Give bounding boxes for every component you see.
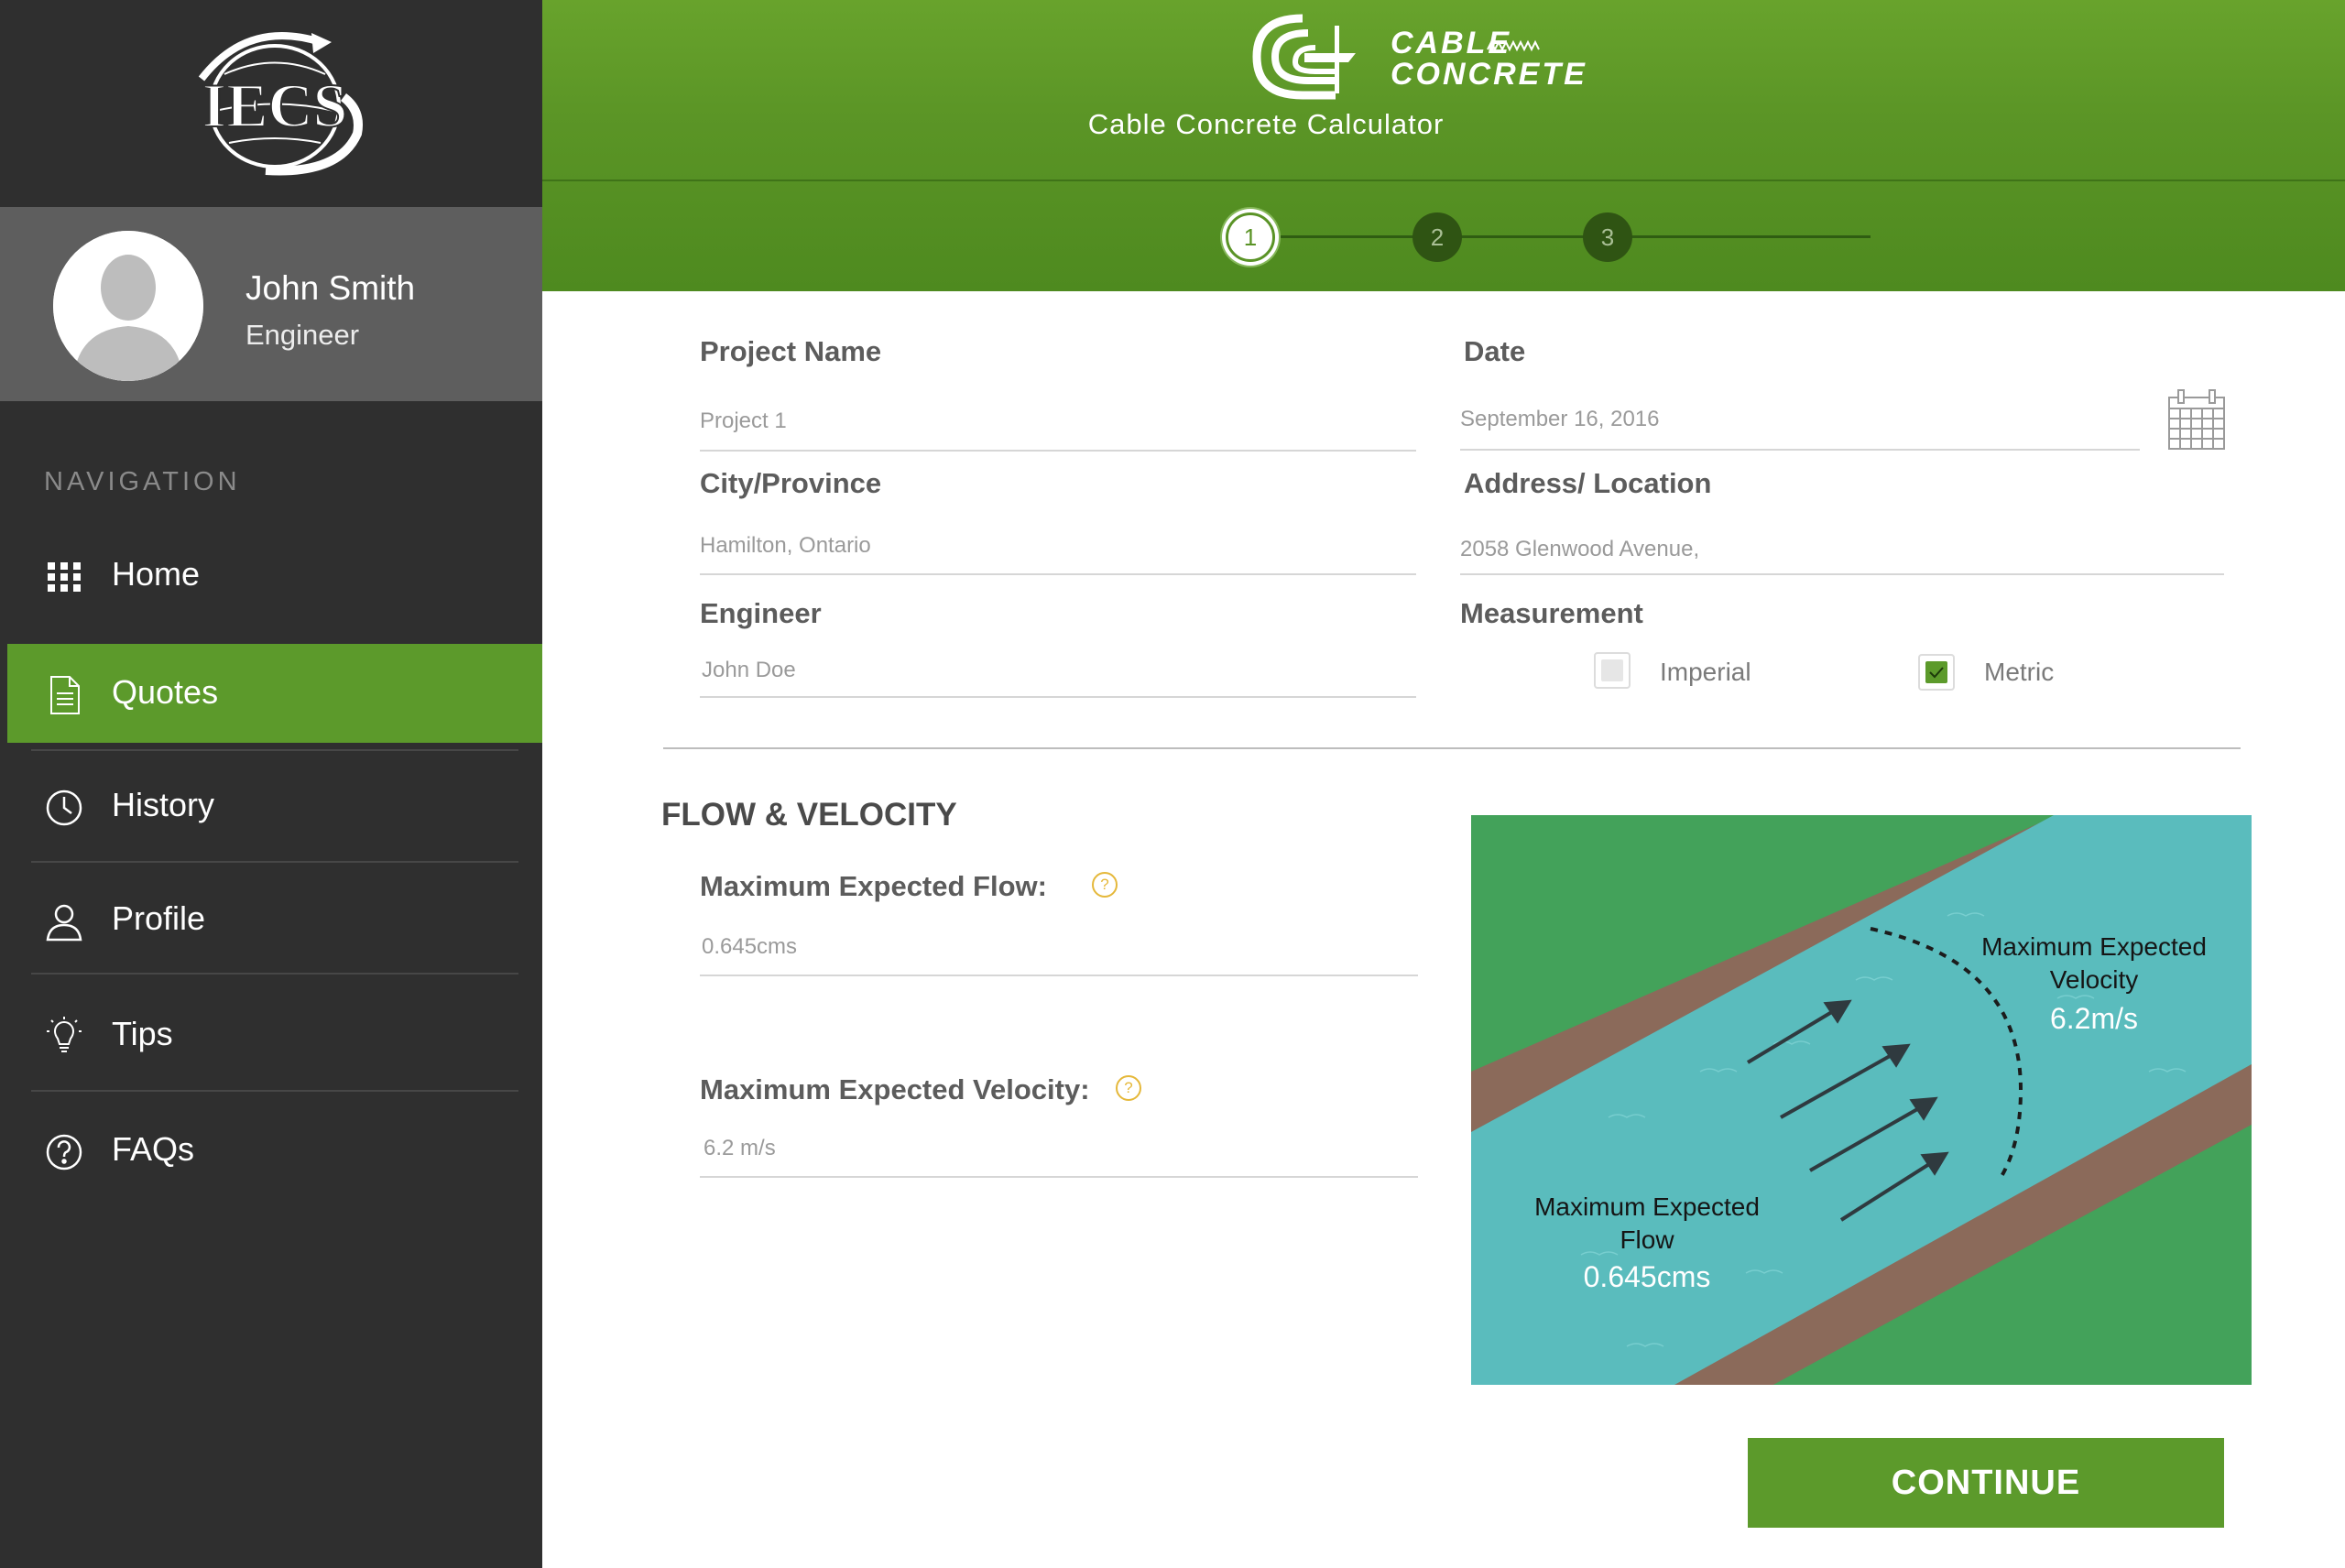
- sidebar-item-label: Home: [112, 555, 201, 593]
- flow-caption-line2: Flow: [1620, 1225, 1674, 1254]
- nav-divider: [31, 1090, 518, 1092]
- nav-divider: [31, 861, 518, 863]
- document-icon: [44, 675, 84, 715]
- measurement-label: Measurement: [1460, 597, 1643, 629]
- max-flow-field[interactable]: 0.645cms: [702, 934, 797, 960]
- help-icon[interactable]: ?: [1092, 872, 1118, 898]
- grid-icon: [44, 557, 84, 597]
- velocity-caption-line1: Maximum Expected: [1981, 932, 2207, 961]
- flow-caption: Maximum Expected Flow: [1510, 1191, 1784, 1257]
- date-field[interactable]: September 16, 2016: [1460, 407, 1660, 432]
- svg-text:CABLE: CABLE: [1391, 26, 1511, 60]
- sidebar-item-history[interactable]: History: [0, 757, 542, 855]
- user-icon: [44, 901, 84, 942]
- date-underline: [1460, 449, 2140, 451]
- engineer-underline: [700, 696, 1416, 698]
- step-3[interactable]: 3: [1583, 212, 1632, 262]
- nav-divider: [31, 749, 518, 751]
- sidebar-item-label: FAQs: [112, 1130, 195, 1168]
- app-header: CABLE CONCRETE Cable Concrete Calculator…: [542, 0, 2345, 291]
- max-velocity-label: Maximum Expected Velocity:: [700, 1073, 1090, 1105]
- date-label: Date: [1464, 335, 1526, 367]
- flow-velocity-diagram: Maximum Expected Velocity 6.2m/s Maximum…: [1471, 815, 2252, 1385]
- imperial-label[interactable]: Imperial: [1660, 658, 1751, 687]
- metric-label[interactable]: Metric: [1984, 658, 2054, 687]
- svg-text:CONCRETE: CONCRETE: [1391, 57, 1587, 92]
- cable-concrete-logo: CABLE CONCRETE: [1248, 11, 1651, 114]
- sidebar-item-faqs[interactable]: FAQs: [0, 1101, 542, 1200]
- step-2[interactable]: 2: [1412, 212, 1462, 262]
- checkbox-fill: [1601, 659, 1623, 681]
- address-field[interactable]: 2058 Glenwood Avenue,: [1460, 537, 1699, 562]
- metric-checkbox[interactable]: [1918, 654, 1955, 691]
- sidebar-item-home[interactable]: Home: [0, 526, 542, 625]
- user-name: John Smith: [245, 269, 416, 307]
- step-1[interactable]: 1: [1226, 212, 1275, 262]
- flow-velocity-title: FLOW & VELOCITY: [661, 797, 957, 833]
- checkbox-fill: [1925, 661, 1947, 683]
- continue-button[interactable]: CONTINUE: [1748, 1438, 2224, 1528]
- city-field[interactable]: Hamilton, Ontario: [700, 533, 871, 559]
- velocity-value: 6.2m/s: [2049, 1002, 2139, 1035]
- user-role: Engineer: [245, 319, 360, 351]
- city-underline: [700, 573, 1416, 575]
- engineer-label: Engineer: [700, 597, 822, 629]
- max-velocity-field[interactable]: 6.2 m/s: [704, 1136, 776, 1161]
- max-flow-underline: [700, 975, 1418, 976]
- app-title: Cable Concrete Calculator: [1087, 108, 1445, 140]
- user-profile-card[interactable]: John Smith Engineer: [0, 207, 542, 401]
- sidebar-item-profile[interactable]: Profile: [0, 870, 542, 969]
- svg-text:IECS: IECS: [202, 71, 348, 140]
- help-icon[interactable]: ?: [1116, 1075, 1141, 1101]
- calendar-icon[interactable]: [2167, 388, 2226, 451]
- sidebar-item-label: Profile: [112, 899, 206, 937]
- velocity-caption-line2: Velocity: [2049, 965, 2139, 994]
- sidebar-item-label: Tips: [112, 1015, 173, 1052]
- clock-icon: [44, 788, 84, 828]
- sidebar-item-quotes[interactable]: Quotes: [7, 644, 542, 743]
- address-underline: [1460, 573, 2224, 575]
- checkmark-icon: [1929, 667, 1944, 679]
- sidebar-item-tips[interactable]: Tips: [0, 985, 542, 1084]
- nav-heading: NAVIGATION: [44, 467, 241, 496]
- flow-value: 0.645cms: [1583, 1260, 1711, 1293]
- project-name-field[interactable]: Project 1: [700, 408, 787, 434]
- sidebar-item-label: Quotes: [112, 673, 219, 711]
- address-label: Address/ Location: [1464, 467, 1712, 499]
- project-name-label: Project Name: [700, 335, 882, 367]
- project-name-underline: [700, 450, 1416, 452]
- nav-divider: [31, 973, 518, 975]
- avatar: [53, 231, 203, 381]
- city-label: City/Province: [700, 467, 882, 499]
- max-flow-label: Maximum Expected Flow:: [700, 870, 1047, 902]
- max-velocity-underline: [700, 1176, 1418, 1178]
- question-icon: [44, 1132, 84, 1172]
- header-divider: [542, 180, 2345, 181]
- stepper-track: [1257, 235, 1871, 238]
- section-divider: [663, 747, 2241, 749]
- imperial-checkbox[interactable]: [1594, 652, 1631, 689]
- sidebar: IECS John Smith Engineer NAVIGATION Home: [0, 0, 542, 1568]
- iecs-logo: IECS: [0, 0, 542, 207]
- flow-caption-line1: Maximum Expected: [1534, 1192, 1760, 1221]
- engineer-field[interactable]: John Doe: [702, 658, 796, 683]
- velocity-caption: Maximum Expected Velocity: [1957, 931, 2231, 996]
- sidebar-item-label: History: [112, 786, 215, 823]
- lightbulb-icon: [44, 1017, 84, 1057]
